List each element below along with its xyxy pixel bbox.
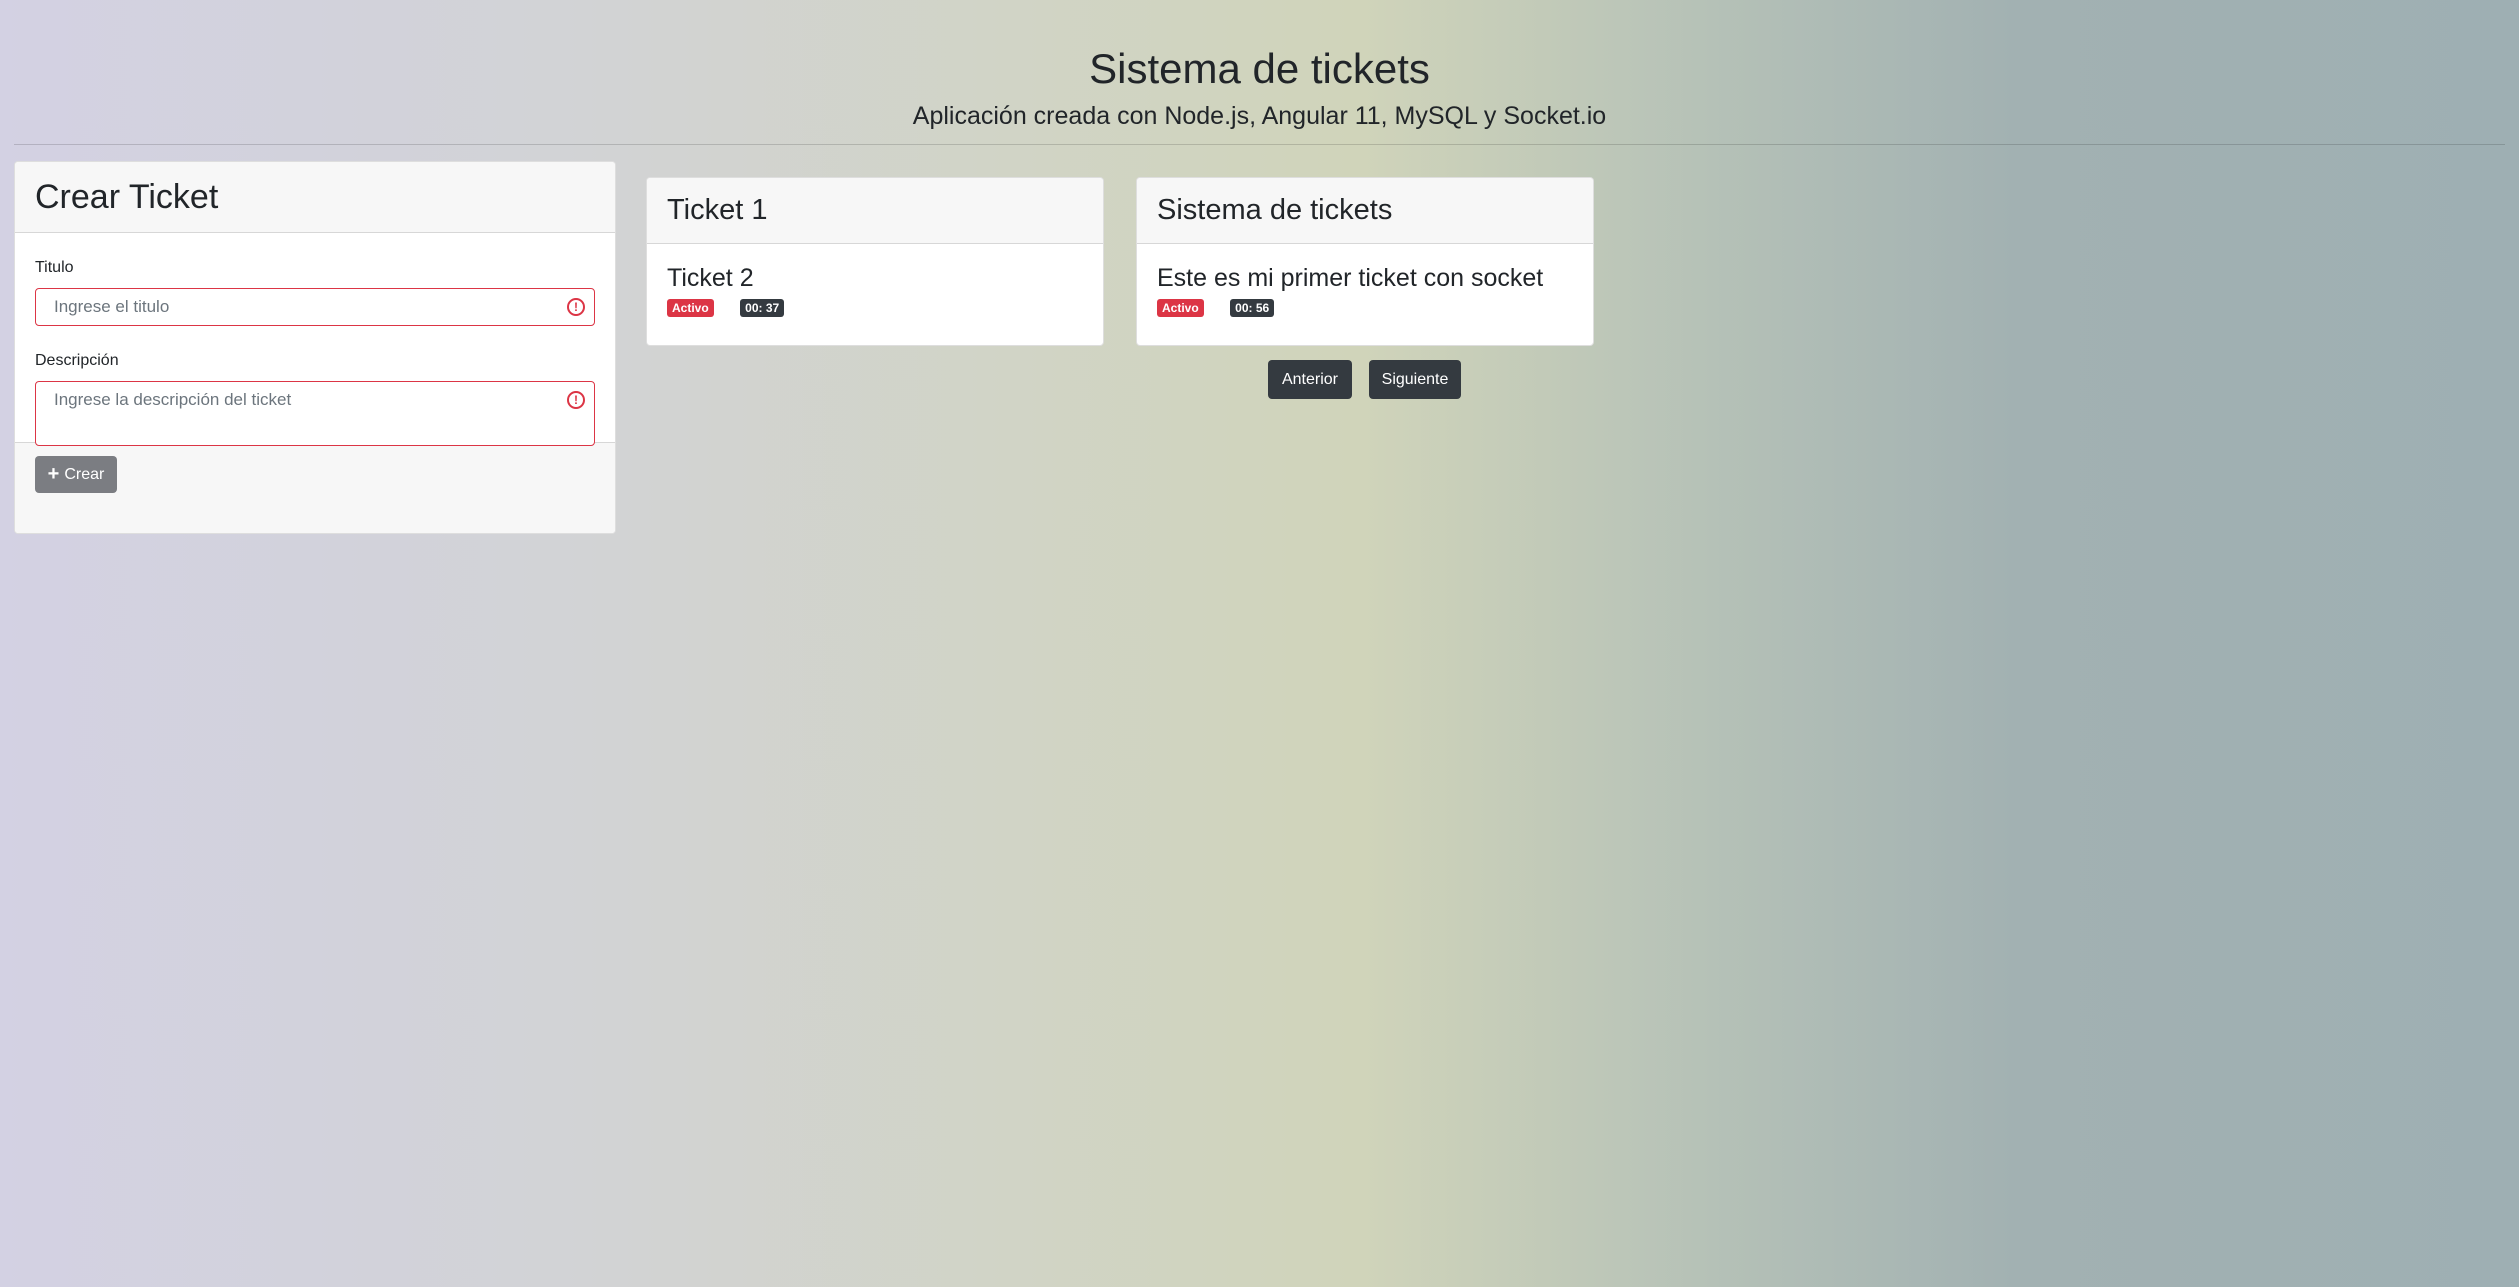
ticket-title: Este es mi primer ticket con socket <box>1157 264 1544 292</box>
plus-icon: + <box>47 463 60 485</box>
create-ticket-card: Crear Ticket Titulo ! Descripción ! + Cr… <box>14 161 616 534</box>
ticket-card[interactable]: Sistema de tickets Este es mi primer tic… <box>1136 177 1594 346</box>
divider <box>14 144 2505 145</box>
create-button[interactable]: + Crear <box>35 456 117 493</box>
page-title: Sistema de tickets <box>1089 45 1430 92</box>
page-header: Sistema de tickets Aplicación creada con… <box>0 40 2519 134</box>
ticket-header: Ticket 1 <box>647 178 1103 244</box>
description-textarea[interactable] <box>36 382 594 440</box>
status-badge: Activo <box>1157 299 1204 317</box>
title-label: Titulo <box>35 259 74 276</box>
status-badge: Activo <box>667 299 714 317</box>
error-icon: ! <box>567 298 585 316</box>
create-ticket-title: Crear Ticket <box>15 162 615 233</box>
ticket-header: Sistema de tickets <box>1137 178 1593 244</box>
ticket-title: Ticket 2 <box>667 264 754 292</box>
ticket-card[interactable]: Ticket 1 Ticket 2 Activo 00: 37 <box>646 177 1104 346</box>
timer-badge: 00: 56 <box>1230 299 1275 317</box>
page-subtitle: Aplicación creada con Node.js, Angular 1… <box>912 102 1607 130</box>
title-input[interactable] <box>36 289 594 325</box>
timer-badge: 00: 37 <box>740 299 785 317</box>
create-button-label: Crear <box>64 465 105 483</box>
next-button[interactable]: Siguiente <box>1369 360 1461 399</box>
previous-button[interactable]: Anterior <box>1268 360 1352 399</box>
error-icon: ! <box>567 391 585 409</box>
description-label: Descripción <box>35 352 119 369</box>
